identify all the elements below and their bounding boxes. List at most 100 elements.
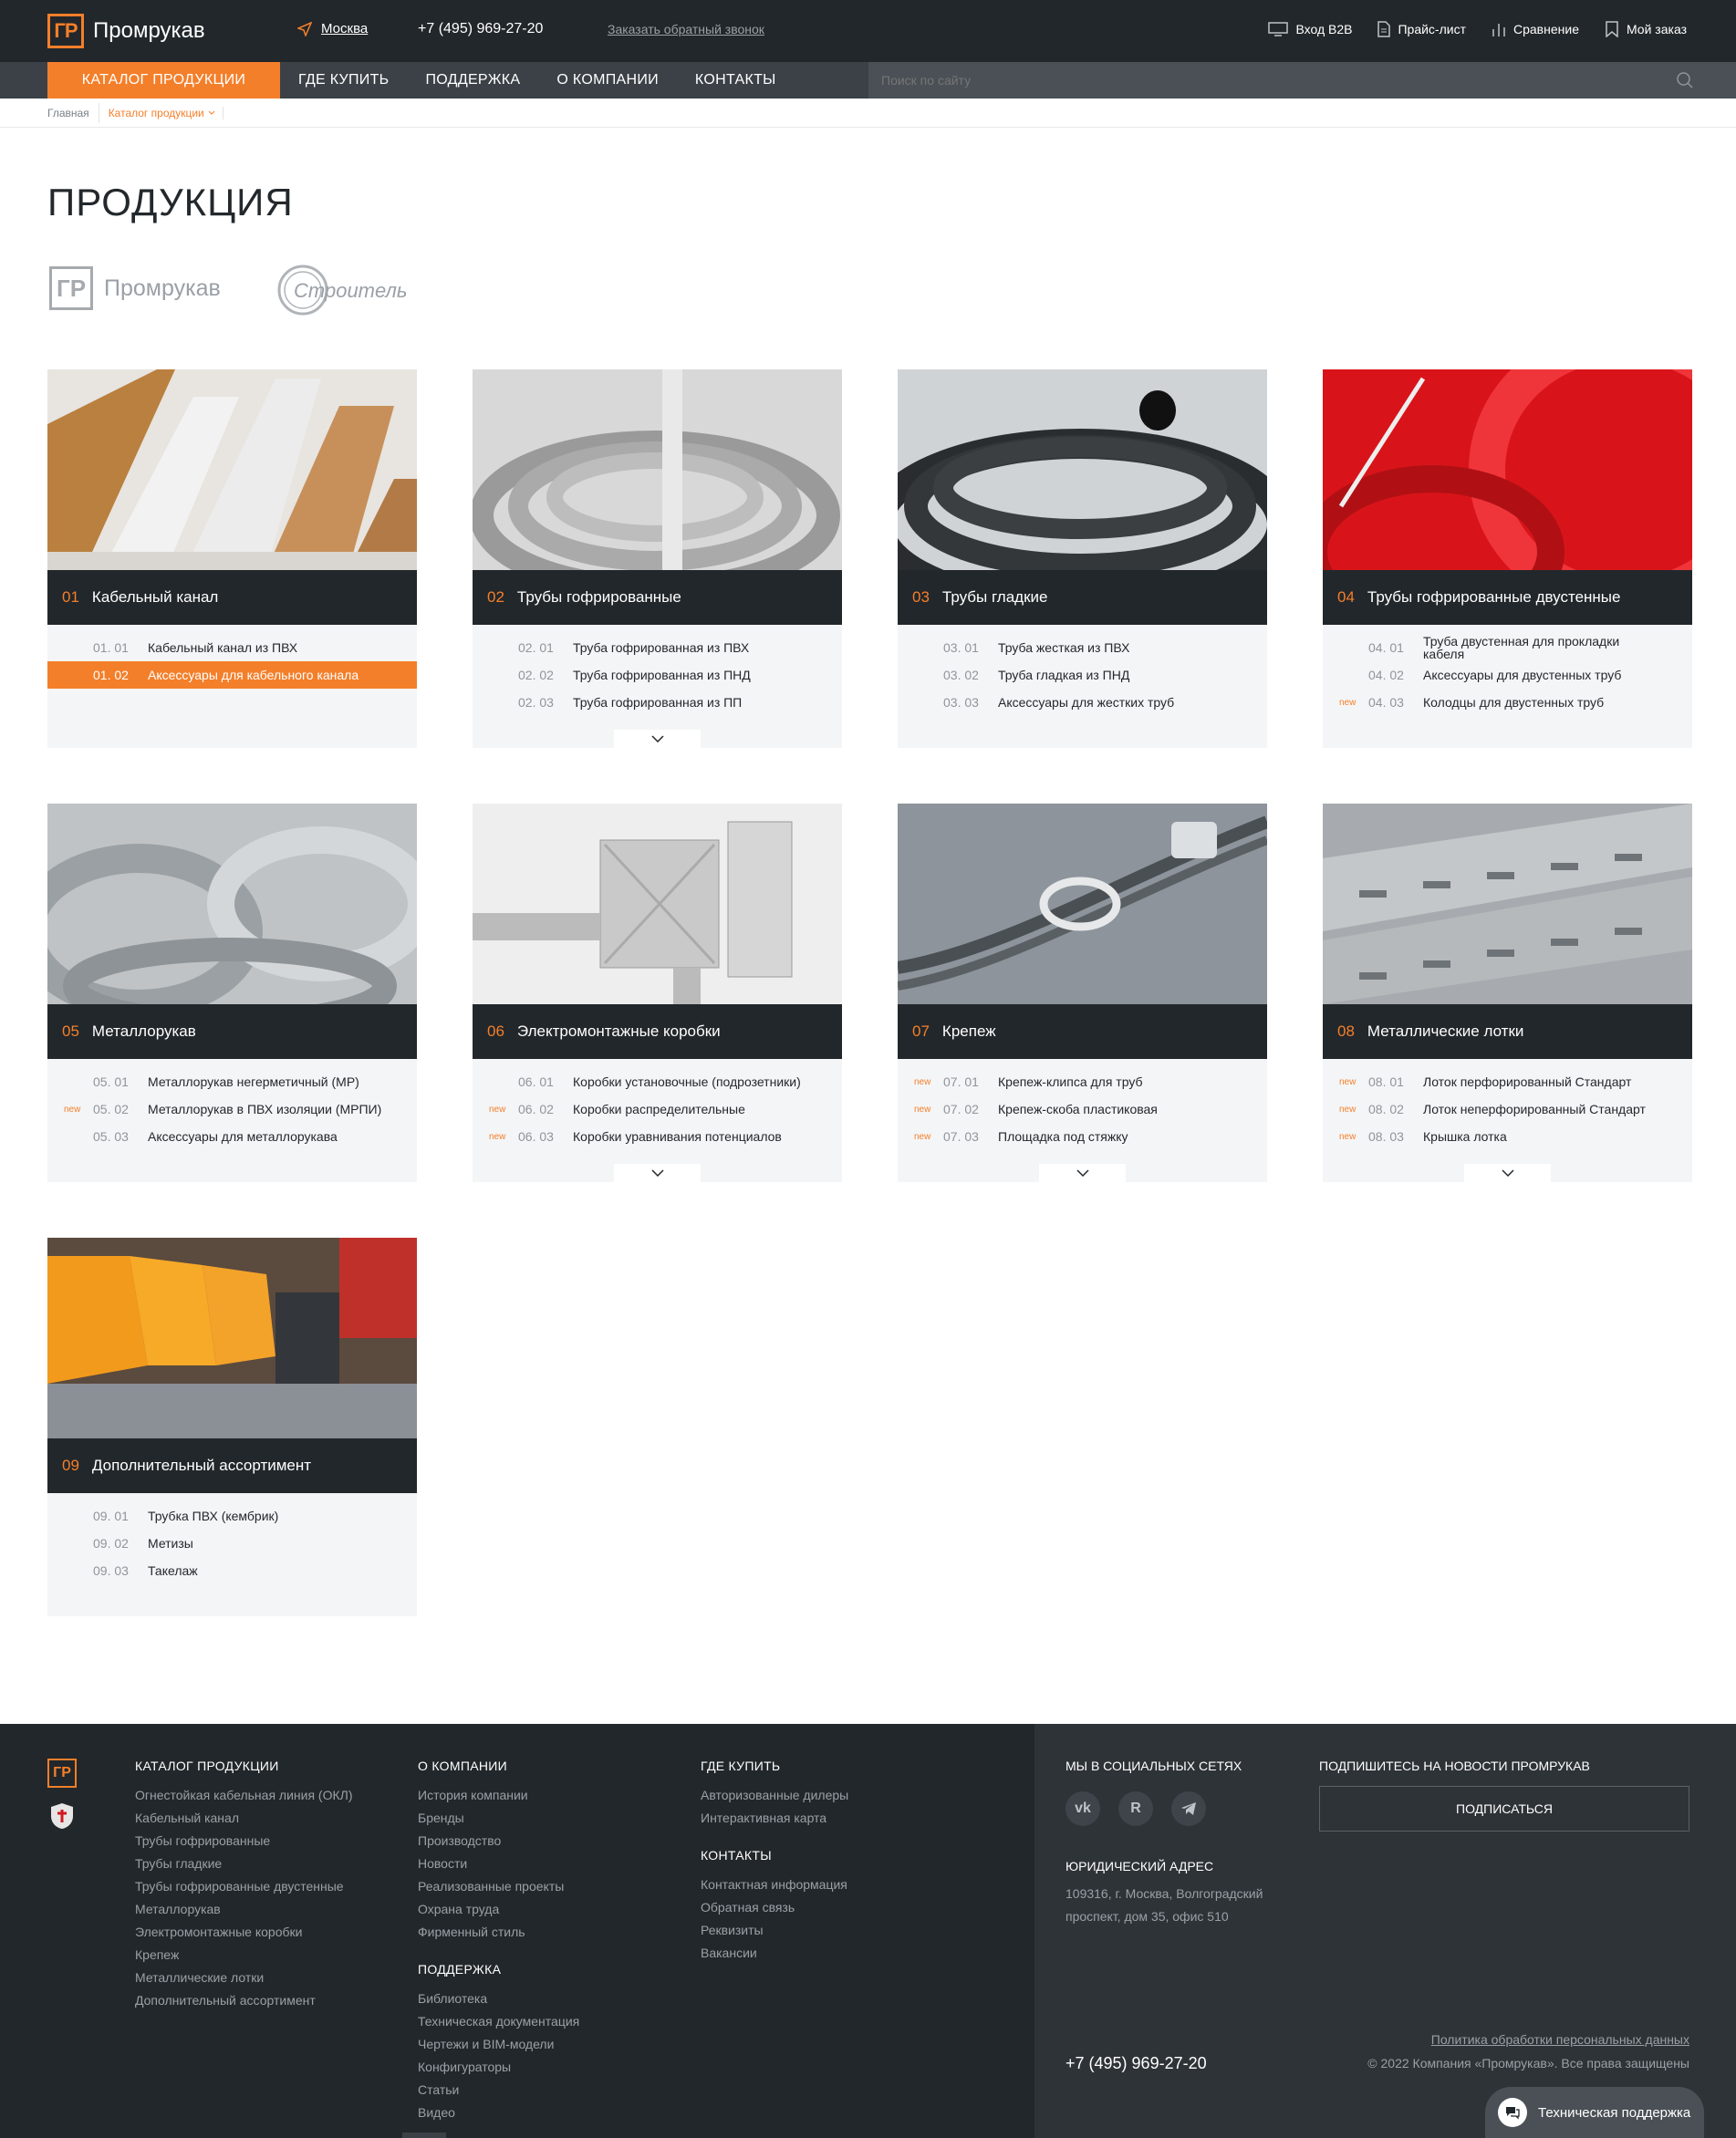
footer-link[interactable]: Вакансии: [701, 1942, 848, 1965]
category-title[interactable]: Металлические лотки: [1367, 1022, 1523, 1041]
category-title[interactable]: Электромонтажные коробки: [517, 1022, 721, 1041]
category-image-junction-boxes[interactable]: [473, 804, 842, 1004]
footer-link[interactable]: Трубы гофрированные двустенные: [135, 1875, 353, 1898]
category-title[interactable]: Дополнительный ассортимент: [92, 1457, 311, 1475]
subcategory-link[interactable]: 02. 03Труба гофрированная из ПП: [473, 689, 842, 716]
brand-filter-stroitel[interactable]: Строитель: [275, 263, 412, 323]
subcategory-link[interactable]: 04. 01Труба двустенная для прокладки каб…: [1323, 634, 1692, 661]
footer-link[interactable]: Интерактивная карта: [701, 1807, 848, 1830]
category-card[interactable]: 06Электромонтажные коробки 06. 01Коробки…: [473, 804, 842, 1182]
subcategory-link[interactable]: 03. 02Труба гладкая из ПНД: [898, 661, 1267, 689]
category-image-metal-hose[interactable]: [47, 804, 417, 1004]
footer-link[interactable]: Кабельный канал: [135, 1807, 353, 1830]
site-logo[interactable]: ГР Промрукав: [47, 14, 205, 48]
footer-link[interactable]: Бренды: [418, 1807, 579, 1830]
category-title[interactable]: Крепеж: [942, 1022, 996, 1041]
footer-link[interactable]: Дополнительный ассортимент: [135, 1989, 353, 2012]
search-input[interactable]: [881, 70, 1666, 90]
footer-link[interactable]: Реквизиты: [701, 1919, 848, 1942]
breadcrumb-current[interactable]: Каталог продукции: [109, 107, 223, 119]
search-icon[interactable]: [1676, 71, 1694, 89]
vk-icon[interactable]: vk: [1066, 1791, 1100, 1826]
footer-link[interactable]: Крепеж: [135, 1944, 353, 1967]
my-order-link[interactable]: Мой заказ: [1605, 21, 1687, 37]
footer-link[interactable]: Библиотека: [418, 1988, 579, 2010]
category-image-additional-assortment[interactable]: [47, 1238, 417, 1438]
subcategory-link[interactable]: new07. 03Площадка под стяжку: [898, 1123, 1267, 1150]
expand-button[interactable]: [1039, 1164, 1126, 1182]
subcategory-link-selected[interactable]: 01. 02Аксессуары для кабельного канала: [47, 661, 417, 689]
category-title[interactable]: Металлорукав: [92, 1022, 196, 1041]
category-card[interactable]: 05Металлорукав 05. 01Металлорукав негерм…: [47, 804, 417, 1182]
category-image-fasteners[interactable]: [898, 804, 1267, 1004]
expand-button[interactable]: [614, 730, 701, 748]
category-image-cable-channel[interactable]: [47, 369, 417, 570]
nav-contacts[interactable]: КОНТАКТЫ: [677, 62, 795, 99]
category-image-double-wall-pipes[interactable]: [1323, 369, 1692, 570]
nav-support[interactable]: ПОДДЕРЖКА: [407, 62, 538, 99]
category-card[interactable]: 09Дополнительный ассортимент 09. 01Трубк…: [47, 1238, 417, 1616]
footer-link[interactable]: Реализованные проекты: [418, 1875, 579, 1898]
footer-logo-icon[interactable]: ГР: [47, 1759, 77, 1788]
subscribe-button[interactable]: ПОДПИСАТЬСЯ: [1319, 1786, 1689, 1832]
subcategory-link[interactable]: 03. 01Труба жесткая из ПВХ: [898, 634, 1267, 661]
nav-where-to-buy[interactable]: ГДЕ КУПИТЬ: [280, 62, 407, 99]
footer-link[interactable]: Контактная информация: [701, 1873, 848, 1896]
callback-link[interactable]: Заказать обратный звонок: [608, 22, 764, 36]
price-list-link[interactable]: Прайс-лист: [1377, 21, 1466, 37]
subcategory-link[interactable]: 04. 02Аксессуары для двустенных труб: [1323, 661, 1692, 689]
header-phone[interactable]: +7 (495) 969-27-20: [418, 21, 543, 37]
category-title[interactable]: Трубы гофрированные: [517, 588, 681, 607]
rutube-icon[interactable]: R: [1118, 1791, 1153, 1826]
subcategory-link[interactable]: 09. 02Метизы: [47, 1530, 417, 1557]
footer-link[interactable]: Охрана труда: [418, 1898, 579, 1921]
nav-about[interactable]: О КОМПАНИИ: [538, 62, 677, 99]
scrollbar-thumb[interactable]: [402, 2133, 446, 2138]
subcategory-link[interactable]: new04. 03Колодцы для двустенных труб: [1323, 689, 1692, 716]
subcategory-link[interactable]: new05. 02Металлорукав в ПВХ изоляции (МР…: [47, 1095, 417, 1123]
city-selector[interactable]: Москва: [297, 21, 368, 36]
nav-catalog[interactable]: КАТАЛОГ ПРОДУКЦИИ: [47, 62, 280, 99]
category-title[interactable]: Трубы гофрированные двустенные: [1367, 588, 1621, 607]
footer-link[interactable]: Обратная связь: [701, 1896, 848, 1919]
shield-icon[interactable]: [50, 1802, 74, 1830]
compare-link[interactable]: Сравнение: [1492, 21, 1579, 37]
footer-link[interactable]: Чертежи и BIM-модели: [418, 2033, 579, 2056]
category-card[interactable]: 04Трубы гофрированные двустенные 04. 01Т…: [1323, 369, 1692, 748]
footer-link[interactable]: Техническая документация: [418, 2010, 579, 2033]
footer-link[interactable]: Видео: [418, 2102, 579, 2124]
support-widget[interactable]: Техническая поддержка: [1485, 2087, 1704, 2138]
footer-link[interactable]: Фирменный стиль: [418, 1921, 579, 1944]
subcategory-link[interactable]: new06. 02Коробки распределительные: [473, 1095, 842, 1123]
subcategory-link[interactable]: new08. 01Лоток перфорированный Стандарт: [1323, 1068, 1692, 1095]
footer-phone[interactable]: +7 (495) 969-27-20: [1066, 2054, 1207, 2073]
subcategory-link[interactable]: 09. 03Такелаж: [47, 1557, 417, 1584]
subcategory-link[interactable]: 01. 01Кабельный канал из ПВХ: [47, 634, 417, 661]
privacy-policy-link[interactable]: Политика обработки персональных данных: [1431, 2032, 1689, 2047]
footer-link[interactable]: История компании: [418, 1784, 579, 1807]
expand-button[interactable]: [1464, 1164, 1551, 1182]
b2b-login-link[interactable]: Вход B2B: [1268, 21, 1352, 37]
footer-link[interactable]: Трубы гладкие: [135, 1853, 353, 1875]
category-card[interactable]: 02Трубы гофрированные 02. 01Труба гофрир…: [473, 369, 842, 748]
subcategory-link[interactable]: 05. 03Аксессуары для металлорукава: [47, 1123, 417, 1150]
category-title[interactable]: Кабельный канал: [92, 588, 218, 607]
footer-link[interactable]: Металлорукав: [135, 1898, 353, 1921]
subcategory-link[interactable]: 02. 01Труба гофрированная из ПВХ: [473, 634, 842, 661]
telegram-icon[interactable]: [1171, 1791, 1206, 1826]
category-image-smooth-pipes[interactable]: [898, 369, 1267, 570]
subcategory-link[interactable]: 05. 01Металлорукав негерметичный (МР): [47, 1068, 417, 1095]
subcategory-link[interactable]: 06. 01Коробки установочные (подрозетники…: [473, 1068, 842, 1095]
footer-link[interactable]: Конфигураторы: [418, 2056, 579, 2079]
footer-link[interactable]: Статьи: [418, 2079, 579, 2102]
footer-link[interactable]: Новости: [418, 1853, 579, 1875]
category-card[interactable]: 07Крепеж new07. 01Крепеж-клипса для труб…: [898, 804, 1267, 1182]
category-image-corrugated-pipes[interactable]: [473, 369, 842, 570]
footer-link[interactable]: Трубы гофрированные: [135, 1830, 353, 1853]
footer-link[interactable]: Металлические лотки: [135, 1967, 353, 1989]
brand-filter-promrukav[interactable]: ГР Промрукав: [49, 266, 221, 310]
category-card[interactable]: 03Трубы гладкие 03. 01Труба жесткая из П…: [898, 369, 1267, 748]
category-card[interactable]: 08Металлические лотки new08. 01Лоток пер…: [1323, 804, 1692, 1182]
footer-link[interactable]: Огнестойкая кабельная линия (ОКЛ): [135, 1784, 353, 1807]
subcategory-link[interactable]: new08. 02Лоток неперфорированный Стандар…: [1323, 1095, 1692, 1123]
